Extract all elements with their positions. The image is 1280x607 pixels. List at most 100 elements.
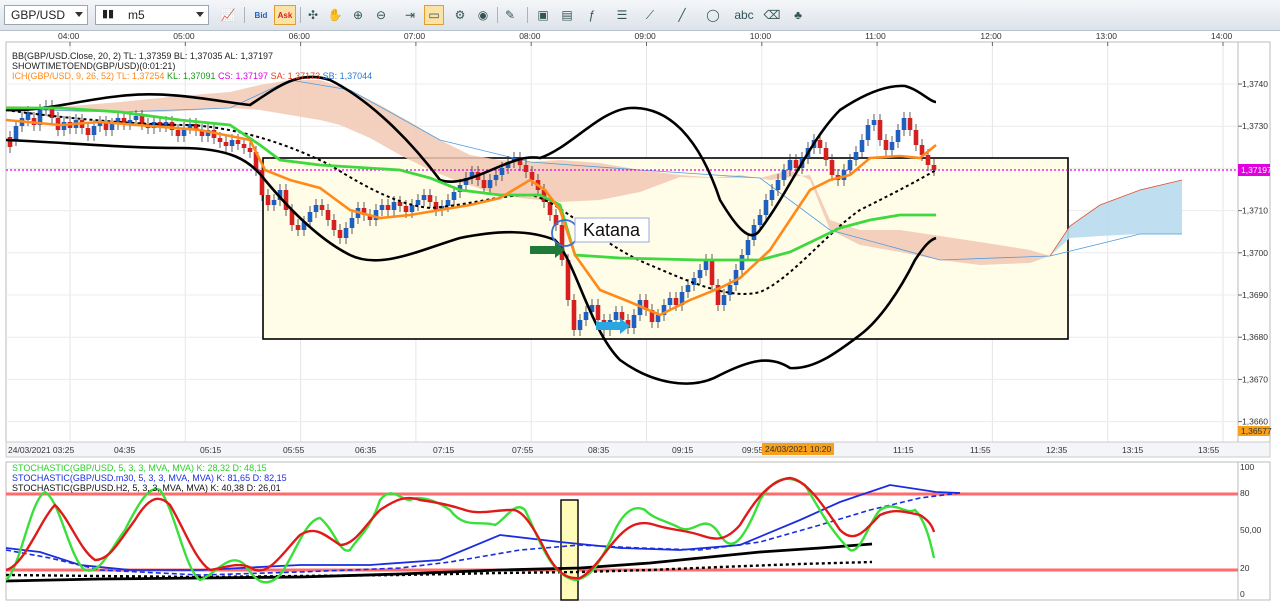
top-time-label: 13:00: [1096, 31, 1118, 41]
ask-button[interactable]: Ask: [274, 5, 296, 25]
eraser-icon[interactable]: ⌫: [762, 5, 782, 25]
timeframe-select[interactable]: ▮▮ m5: [95, 5, 209, 25]
trendline-icon[interactable]: ⟋: [640, 5, 660, 25]
candle-body: [313, 205, 319, 212]
candle-body: [853, 152, 859, 160]
pencil-icon[interactable]: ✎: [500, 5, 520, 25]
price-chart[interactable]: 04:00 05:00 06:00 07:00 08:00 09:00 10:00 11:00…: [0, 30, 1280, 604]
candle-body: [745, 240, 751, 255]
candle-body: [673, 298, 679, 305]
chart-type-icon[interactable]: 📈: [218, 5, 238, 25]
zoom-in-icon[interactable]: ⊕: [348, 5, 368, 25]
candle-body: [13, 126, 19, 140]
top-time-label: 06:00: [289, 31, 311, 41]
stoch-axis-label: 50,00: [1240, 525, 1262, 535]
showtime-legend: SHOWTIMETOEND(GBP/USD)(0:01:21): [12, 61, 175, 71]
candle-body: [877, 120, 883, 140]
bb-legend: BB(GBP/USD.Close, 20, 2) TL: 1,37359 BL:…: [12, 51, 273, 61]
candle-body: [325, 210, 331, 220]
stoch-legend-3-text: STOCHASTIC(GBP/USD.H2, 5, 3, 3, MVA, MVA…: [12, 483, 281, 493]
candle-body: [583, 312, 589, 320]
candle-body: [349, 218, 355, 228]
bottom-time-label: 11:15: [893, 445, 914, 455]
separator: [300, 7, 301, 23]
symbol-select[interactable]: GBP/USD: [4, 5, 88, 25]
tree-icon[interactable]: ♣: [788, 5, 808, 25]
candle-body: [337, 230, 343, 238]
bottom-time-label: 12:35: [1046, 445, 1068, 455]
stoch-highlight-rect[interactable]: [560, 499, 579, 601]
candle-body: [889, 142, 895, 150]
katana-label: Katana: [583, 220, 641, 240]
shape-icon[interactable]: ◯: [703, 5, 723, 25]
rectangle-tool-icon[interactable]: ▭: [424, 5, 444, 25]
candle-body: [781, 170, 787, 180]
candle-body: [883, 140, 889, 150]
stoch-legend-1-text: STOCHASTIC(GBP/USD, 5, 3, 3, MVA, MVA) K…: [12, 463, 267, 473]
candle-body: [787, 160, 793, 170]
indicators-icon[interactable]: ƒ: [582, 5, 602, 25]
candle-body: [667, 298, 673, 305]
candle-body: [703, 260, 709, 270]
ich-name: ICH(GBP/USD, 9, 26, 52): [12, 71, 115, 81]
candle-body: [433, 202, 439, 210]
candle-body: [379, 205, 385, 210]
globe-icon[interactable]: ◉: [473, 5, 493, 25]
stoch-legend-3: STOCHASTIC(GBP/USD.H2, 5, 3, 3, MVA, MVA…: [12, 483, 281, 493]
candle-body: [391, 202, 397, 210]
line-color-icon[interactable]: ╱: [672, 5, 692, 25]
candle-body: [763, 200, 769, 215]
candle-body: [493, 175, 499, 180]
candle-body: [385, 205, 391, 210]
candle-body: [397, 202, 403, 206]
candle-body: [451, 192, 457, 200]
top-time-label: 08:00: [519, 31, 541, 41]
candle-body: [907, 118, 913, 130]
price-label: 1,3690: [1242, 290, 1268, 300]
price-label: 1,3730: [1242, 121, 1268, 131]
candle-body: [247, 148, 253, 152]
crosshair-icon[interactable]: ✣: [303, 5, 323, 25]
candle-body: [331, 220, 337, 230]
list-icon[interactable]: ☰: [612, 5, 632, 25]
candle-body: [823, 148, 829, 160]
bid-button[interactable]: Bid: [250, 5, 272, 25]
bottom-time-label: 13:15: [1122, 445, 1144, 455]
symbol-value: GBP/USD: [11, 8, 66, 22]
candle-body: [571, 300, 577, 330]
bottom-time-label: 04:35: [114, 445, 136, 455]
candle-body: [133, 116, 139, 120]
candle-body: [769, 190, 775, 200]
candle-body: [229, 140, 235, 146]
text-tool-icon[interactable]: abc: [734, 5, 754, 25]
price-axis: 1,37401,37301,37201,37101,37001,36901,36…: [1238, 79, 1268, 427]
candle-body: [91, 126, 97, 135]
bottom-time-label: 09:15: [672, 445, 694, 455]
bottom-time-label: 05:55: [283, 445, 305, 455]
stoch-axis-label: 80: [1240, 488, 1250, 498]
bottom-time-label: 11:55: [970, 445, 991, 455]
properties-icon[interactable]: ⚙: [450, 5, 470, 25]
price-label: 1,3680: [1242, 332, 1268, 342]
candle-body: [757, 215, 763, 225]
candle-body: [733, 270, 739, 285]
chart-area[interactable]: 04:00 05:00 06:00 07:00 08:00 09:00 10:00 11:00…: [0, 30, 1280, 604]
toolbar: GBP/USD ▮▮ m5 📈 Bid Ask ✣ ✋ ⊕ ⊖ ⇥ ▭ ⚙ ◉ …: [0, 0, 1280, 31]
top-time-label: 07:00: [404, 31, 426, 41]
chart-window-icon[interactable]: ▤: [557, 5, 577, 25]
hand-icon[interactable]: ✋: [325, 5, 345, 25]
zoom-out-icon[interactable]: ⊖: [371, 5, 391, 25]
candle-body: [7, 137, 13, 147]
stoch-axis-label: 20: [1240, 563, 1250, 573]
ich-legend: ICH(GBP/USD, 9, 26, 52) TL: 1,37254 KL: …: [12, 71, 372, 81]
top-time-label: 05:00: [173, 31, 195, 41]
image-icon[interactable]: ▣: [533, 5, 553, 25]
bottom-time-label: 13:55: [1198, 445, 1220, 455]
candle-body: [817, 140, 823, 148]
bb-legend-text: BB(GBP/USD.Close, 20, 2) TL: 1,37359 BL:…: [12, 51, 273, 61]
chevron-down-icon: [75, 12, 83, 17]
top-time-label: 09:00: [635, 31, 657, 41]
scroll-end-icon[interactable]: ⇥: [400, 5, 420, 25]
ask-label: Ask: [277, 10, 293, 20]
bottom-time-label: 09:55: [742, 445, 764, 455]
